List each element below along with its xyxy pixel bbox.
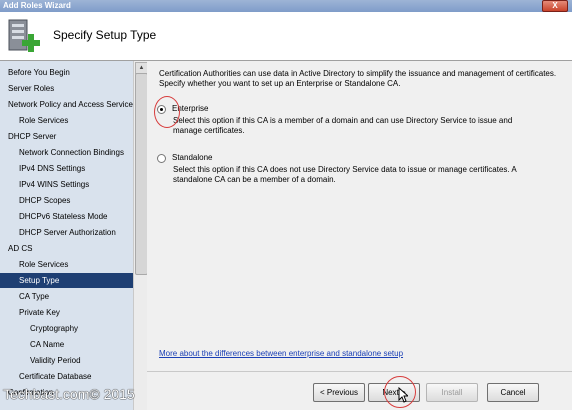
nav-item[interactable]: Before You Begin [0, 65, 133, 80]
cancel-button[interactable]: Cancel [487, 383, 539, 402]
nav-scrollbar[interactable]: ▲ [133, 61, 148, 410]
page-description: Certification Authorities can use data i… [159, 69, 557, 88]
nav-item[interactable]: DHCP Server [0, 129, 133, 144]
standalone-label[interactable]: Standalone [172, 153, 212, 162]
nav-item[interactable]: AD CS [0, 241, 133, 256]
nav-item[interactable]: Validity Period [0, 353, 133, 368]
nav-item[interactable]: IPv4 WINS Settings [0, 177, 133, 192]
title-bar: Add Roles Wizard X [0, 0, 572, 12]
more-info-link[interactable]: More about the differences between enter… [159, 349, 403, 358]
nav-item[interactable]: IPv4 DNS Settings [0, 161, 133, 176]
nav-item[interactable]: Cryptography [0, 321, 133, 336]
nav-item[interactable]: Role Services [0, 257, 133, 272]
nav-item[interactable]: Network Policy and Access Services [0, 97, 133, 112]
nav-item[interactable]: DHCP Scopes [0, 193, 133, 208]
nav-item[interactable]: Network Connection Bindings [0, 145, 133, 160]
wizard-nav: Before You Begin Server Roles Network Poli… [0, 61, 133, 410]
content-pane: Certification Authorities can use data i… [147, 61, 572, 410]
mouse-cursor-icon [398, 387, 408, 403]
nav-item[interactable]: CA Name [0, 337, 133, 352]
window-title: Add Roles Wizard [3, 1, 71, 10]
standalone-radio[interactable] [157, 154, 166, 163]
nav-item[interactable]: DHCPv6 Stateless Mode [0, 209, 133, 224]
divider [147, 371, 572, 372]
nav-item[interactable]: DHCP Server Authorization [0, 225, 133, 240]
nav-item[interactable]: Server Roles [0, 81, 133, 96]
standalone-description: Select this option if this CA does not u… [173, 165, 517, 184]
nav-item[interactable]: Certificate Database [0, 369, 133, 384]
nav-item[interactable]: Private Key [0, 305, 133, 320]
page-title: Specify Setup Type [53, 28, 157, 42]
enterprise-description: Select this option if this CA is a membe… [173, 116, 513, 135]
watermark: Techbast.com© 2015 [3, 386, 135, 402]
annotation-circle [154, 96, 180, 128]
nav-item[interactable]: Role Services [0, 113, 133, 128]
install-button[interactable]: Install [426, 383, 478, 402]
nav-item[interactable]: CA Type [0, 289, 133, 304]
server-add-icon [8, 19, 40, 52]
nav-item[interactable]: Setup Type [0, 273, 133, 288]
wizard-header: Specify Setup Type [0, 12, 572, 61]
previous-button[interactable]: < Previous [313, 383, 365, 402]
close-button[interactable]: X [542, 0, 568, 12]
